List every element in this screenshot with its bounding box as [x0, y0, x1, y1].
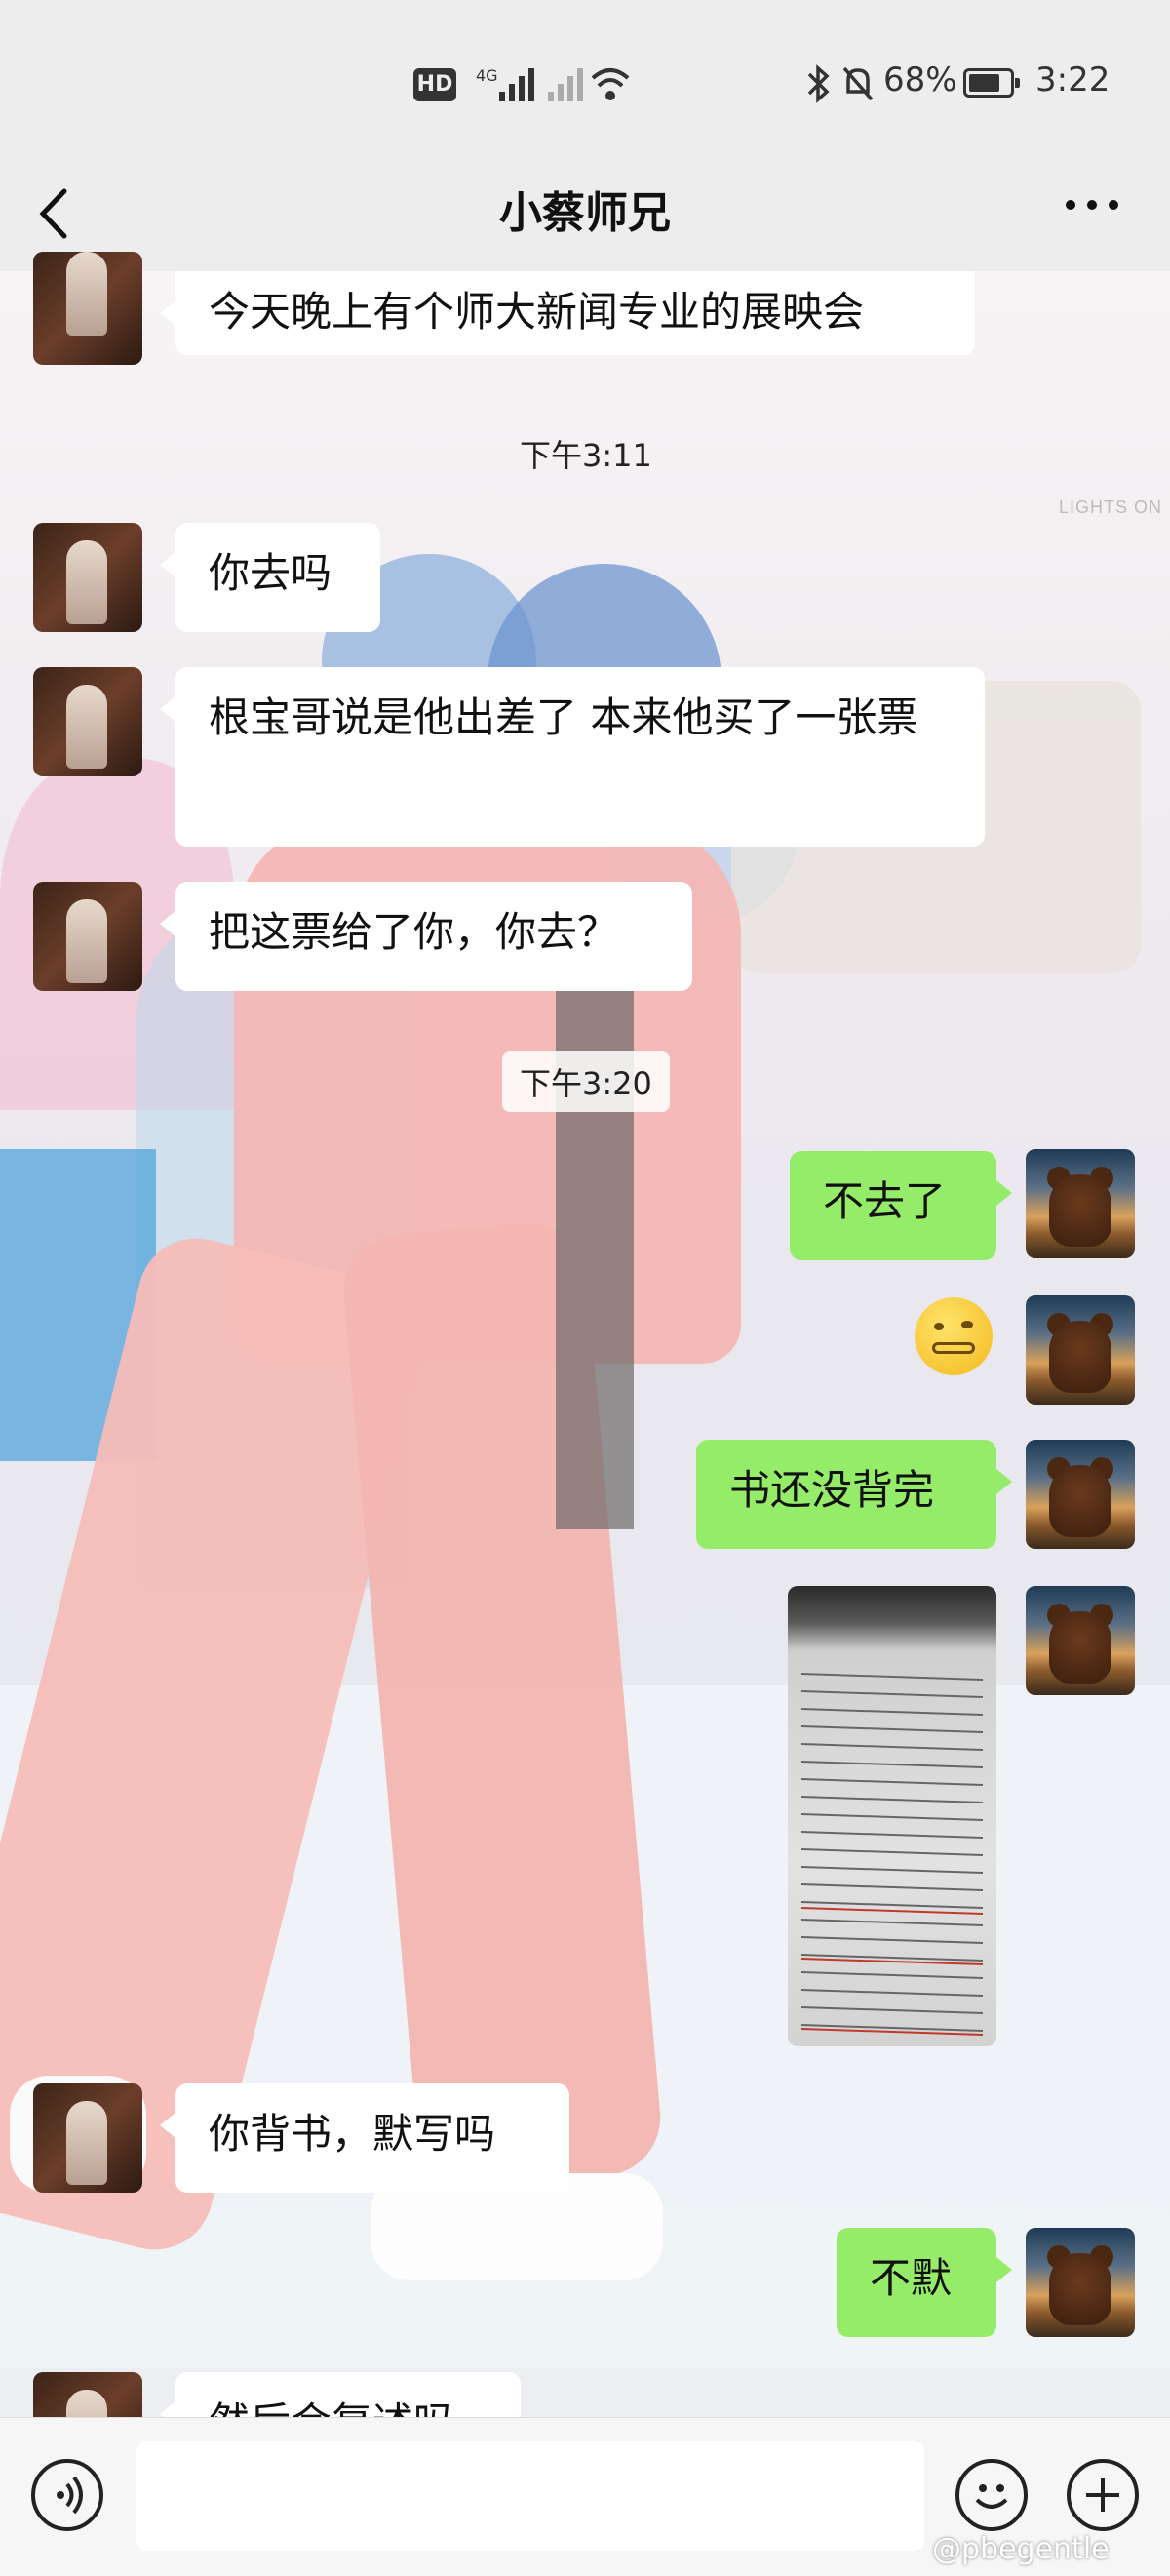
plus-icon	[1086, 2478, 1119, 2512]
message-bubble-sent[interactable]: 不默	[837, 2228, 1012, 2337]
my-avatar[interactable]	[1026, 1440, 1135, 1549]
network-type: 4G	[476, 66, 498, 85]
message-bubble-received[interactable]: 你去吗	[160, 523, 380, 632]
smile-icon	[975, 2484, 1008, 2509]
watermark: @pbegentle	[932, 2532, 1110, 2566]
contact-avatar[interactable]	[33, 252, 142, 365]
emoji-button[interactable]	[956, 2459, 1028, 2531]
my-avatar[interactable]	[1026, 2228, 1135, 2337]
add-button[interactable]	[1067, 2459, 1139, 2531]
more-icon[interactable]	[1063, 195, 1121, 215]
message-bubble-received[interactable]: 把这票给了你，你去？	[160, 882, 692, 991]
contact-avatar[interactable]	[33, 2083, 142, 2193]
textbook-page-photo[interactable]	[788, 1586, 996, 2046]
message-text: 根宝哥说是他出差了 本来他买了一张票	[209, 694, 918, 741]
message-text: 你背书，默写吗	[209, 2110, 496, 2158]
message-bubble-received[interactable]: 然后会复述吗	[160, 2372, 521, 2417]
wifi-icon	[591, 68, 630, 100]
timestamp: 下午3:11	[520, 437, 652, 474]
message-bubble-sent[interactable]: 不去了	[790, 1151, 1012, 1260]
message-text: 书还没背完	[729, 1466, 935, 1514]
timestamp: 下午3:20	[502, 1051, 670, 1112]
message-input[interactable]	[136, 2441, 924, 2551]
chat-title: 小蔡师兄	[499, 188, 671, 238]
battery-icon	[963, 68, 1020, 98]
contact-avatar[interactable]	[33, 882, 142, 991]
background-watermark: LIGHTS ON	[1059, 497, 1163, 517]
message-bubble-received[interactable]: 根宝哥说是他出差了 本来他买了一张票	[160, 667, 985, 847]
message-text: 你去吗	[209, 549, 332, 597]
mute-bell-icon	[842, 66, 874, 101]
hd-icon: HD	[413, 68, 456, 101]
message-bubble-received[interactable]: 你背书，默写吗	[160, 2083, 569, 2193]
status-bar: HD 4G 68% 3:22	[0, 0, 1170, 156]
message-text: 然后会复述吗	[209, 2398, 454, 2417]
grimace-emoji[interactable]	[915, 1297, 993, 1375]
message-bubble-sent[interactable]: 书还没背完	[696, 1440, 1012, 1549]
my-avatar[interactable]	[1026, 1149, 1135, 1258]
status-time: 3:22	[1035, 60, 1111, 99]
message-text: 把这票给了你，你去？	[209, 908, 619, 956]
message-text: 今天晚上有个师大新闻专业的展映会	[209, 288, 865, 336]
partial-message-row: 然后会复述吗	[0, 2370, 1170, 2417]
message-text: 不默	[870, 2254, 953, 2302]
chat-header: 小蔡师兄	[0, 156, 1170, 271]
contact-avatar[interactable]	[33, 667, 142, 776]
my-avatar[interactable]	[1026, 1586, 1135, 1695]
message-text: 不去了	[823, 1177, 947, 1225]
voice-icon	[57, 2476, 83, 2515]
bluetooth-icon	[807, 64, 830, 103]
voice-button[interactable]	[31, 2459, 103, 2531]
contact-avatar[interactable]	[33, 523, 142, 632]
contact-avatar[interactable]	[33, 2372, 142, 2417]
my-avatar[interactable]	[1026, 1295, 1135, 1405]
message-bubble-received[interactable]: 今天晚上有个师大新闻专业的展映会	[160, 271, 975, 355]
battery-percent: 68%	[883, 60, 957, 99]
